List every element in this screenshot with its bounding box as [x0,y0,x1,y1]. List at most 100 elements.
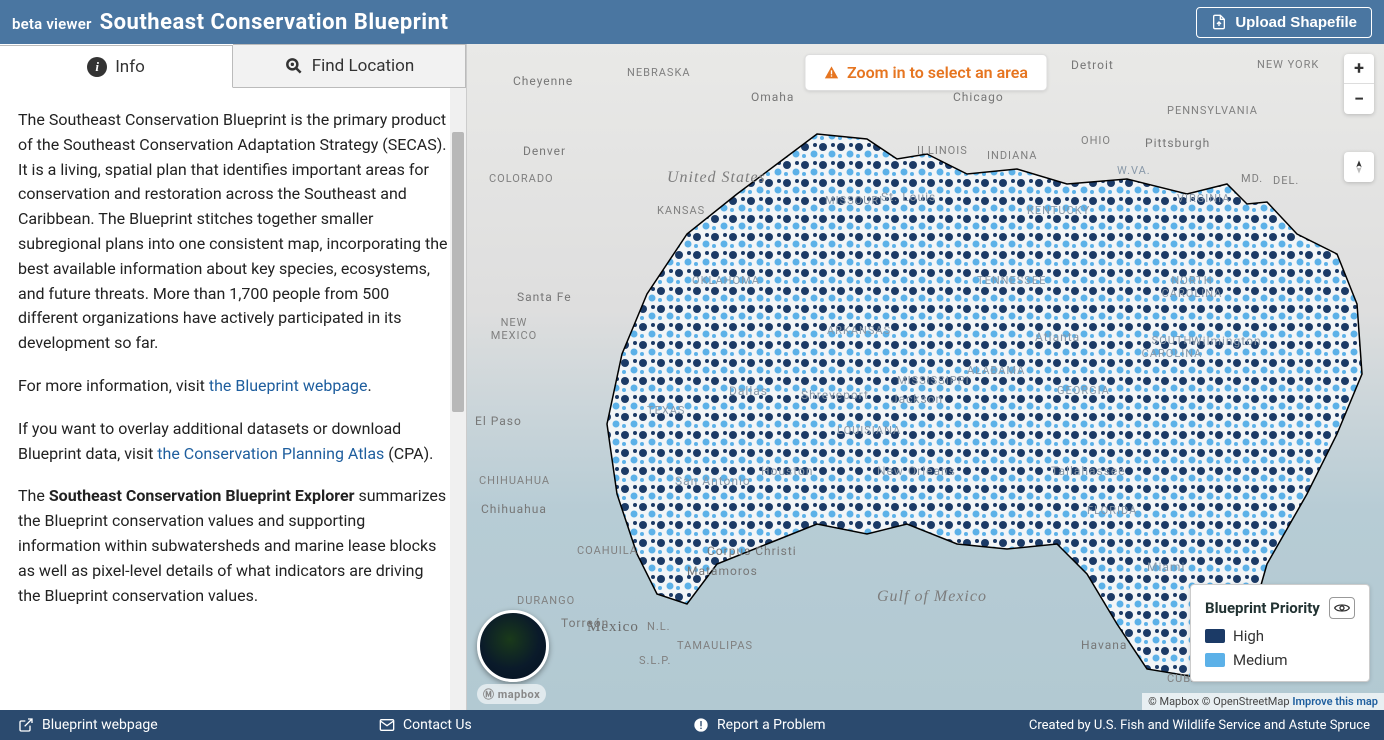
compass-button[interactable] [1344,152,1374,182]
label-kansas: KANSAS [657,204,705,217]
info-paragraph-4: The Southeast Conservation Blueprint Exp… [18,484,448,608]
scrollbar-track[interactable] [450,88,466,710]
label-illinois: ILLINOIS [917,144,968,157]
legend-label-high: High [1233,627,1264,645]
footer-report-link[interactable]: Report a Problem [675,717,844,733]
footer-blueprint-label: Blueprint webpage [42,717,158,733]
alert-icon [693,717,709,733]
scrollbar-thumb[interactable] [452,132,464,412]
tab-find-location[interactable]: Find Location [233,44,466,87]
label-detroit: Detroit [1071,58,1114,72]
search-icon [284,56,304,76]
compass-icon [1351,159,1367,175]
label-louisiana: LOUISIANA [837,424,901,437]
label-durango: DURANGO [517,594,575,607]
blueprint-webpage-link[interactable]: the Blueprint webpage [209,376,368,395]
sidebar: i Info Find Location The Southeast Conse… [0,44,467,710]
label-tamaulipas: TAMAULIPAS [677,639,753,652]
zoom-controls: + − [1344,54,1374,114]
label-wilmington: Wilmington [1191,334,1262,348]
label-nebraska: NEBRASKA [627,66,691,79]
label-omaha: Omaha [751,90,794,104]
label-tennessee: TENNESSEE [977,274,1046,287]
label-texas: TEXAS [647,404,685,417]
footer: Blueprint webpage Contact Us Report a Pr… [0,710,1384,740]
info-paragraph-2: For more information, visit the Blueprin… [18,374,448,399]
label-houston: Houston [761,464,814,478]
label-georgia: GEORGIA [1057,384,1110,397]
label-atlanta: Atlanta [1035,330,1080,344]
label-chicago: Chicago [953,90,1004,104]
info-panel: The Southeast Conservation Blueprint is … [0,88,466,710]
label-kentucky: KENTUCKY [1027,204,1090,217]
info-paragraph-3: If you want to overlay additional datase… [18,417,448,467]
label-newyork: NEW YORK [1257,58,1319,71]
app-title: Southeast Conservation Blueprint [100,10,449,35]
footer-credit: Created by U.S. Fish and Wildlife Servic… [1029,718,1384,733]
tab-find-label: Find Location [312,56,415,76]
label-us: United States [667,169,766,187]
label-alabama: ALABAMA [967,364,1025,377]
zoom-in-button[interactable]: + [1344,54,1374,84]
label-sanantonio: San Antonio [675,474,751,488]
explorer-bold: Southeast Conservation Blueprint Explore… [49,486,355,505]
info-paragraph-1: The Southeast Conservation Blueprint is … [18,108,448,356]
label-gulf: Gulf of Mexico [877,588,987,606]
footer-contact-link[interactable]: Contact Us [361,717,490,733]
label-coahuila: COAHUILA [577,544,638,557]
footer-report-label: Report a Problem [717,717,826,733]
tab-info[interactable]: i Info [0,45,233,88]
label-corpus: Corpus Christi [707,544,797,558]
label-virginia: VIRGINIA [1177,192,1230,205]
external-link-icon [18,717,34,733]
zoom-out-button[interactable]: − [1344,84,1374,114]
cpa-link[interactable]: the Conservation Planning Atlas [157,444,384,463]
label-chihuahua: CHIHUAHUA [479,474,550,487]
label-denver: Denver [523,144,566,158]
label-missouri: MISSOURI [825,194,883,207]
label-torreon: Torreón [561,616,609,630]
app-header: beta viewer Southeast Conservation Bluep… [0,0,1384,44]
eye-icon [1334,602,1350,614]
legend-label-medium: Medium [1233,651,1288,669]
label-md: MD. [1241,172,1263,185]
improve-map-link[interactable]: Improve this map [1292,695,1378,708]
zoom-hint-text: Zoom in to select an area [847,63,1028,82]
legend-item-high: High [1205,627,1355,645]
document-upload-icon [1211,14,1227,30]
label-shreveport: Shreveport [801,388,869,402]
legend-swatch-medium [1205,653,1225,667]
beta-tag: beta viewer [12,15,92,33]
minimap-toggle[interactable] [477,610,549,682]
label-cheyenne: Cheyenne [513,74,573,88]
label-neworleans: New Orleans [877,464,956,478]
warning-icon [823,65,839,81]
label-chihuahua-city: Chihuahua [481,502,547,516]
legend-swatch-high [1205,629,1225,643]
map[interactable]: United States Gulf of Mexico Mexico NEBR… [467,44,1384,710]
mapbox-logo: Ⓜ mapbox [477,684,546,704]
label-florida: FLORIDA [1087,504,1137,517]
zoom-hint-toast: Zoom in to select an area [804,54,1047,91]
label-pittsburgh: Pittsburgh [1145,136,1210,150]
label-slp: S.L.P. [639,654,671,667]
legend: Blueprint Priority High Medium [1190,584,1370,682]
label-wva: W.VA. [1117,164,1151,177]
legend-item-medium: Medium [1205,651,1355,669]
upload-shapefile-button[interactable]: Upload Shapefile [1196,7,1372,38]
label-dallas: Dallas [729,384,768,398]
label-del: DEL. [1273,174,1299,187]
legend-visibility-toggle[interactable] [1329,597,1355,619]
label-colorado: COLORADO [489,172,554,185]
map-attribution: © Mapbox © OpenStreetMap Improve this ma… [1142,693,1384,710]
label-santafe: Santa Fe [517,290,572,304]
label-ohio: OHIO [1081,134,1111,147]
label-havana: Havana [1081,638,1127,652]
legend-title: Blueprint Priority [1205,599,1320,617]
label-stlouis: St. Louis [881,190,936,204]
info-icon: i [87,57,107,77]
label-arkansas: ARKANSAS [827,324,891,337]
footer-blueprint-link[interactable]: Blueprint webpage [0,717,176,733]
label-mississippi: MISSISSIPPI [897,374,970,387]
label-matamoros: Matamoros [687,564,758,578]
